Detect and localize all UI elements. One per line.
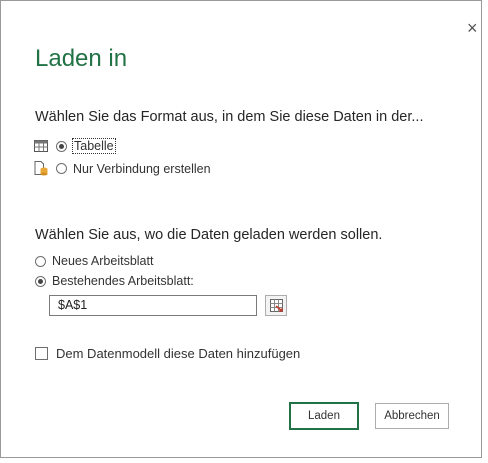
data-model-checkbox-row[interactable]: Dem Datenmodell diese Daten hinzufügen [35, 346, 300, 361]
cancel-button[interactable]: Abbrechen [375, 403, 449, 429]
load-to-dialog: × Laden in Wählen Sie das Format aus, in… [0, 0, 482, 458]
table-icon [34, 140, 48, 152]
connection-option-label: Nur Verbindung erstellen [73, 161, 211, 176]
existing-sheet-radio[interactable] [35, 275, 46, 287]
format-option-connection[interactable]: Nur Verbindung erstellen [34, 161, 211, 176]
close-icon[interactable]: × [467, 19, 478, 37]
table-radio[interactable] [56, 140, 67, 152]
range-picker-button[interactable] [265, 295, 287, 316]
table-option-label: Tabelle [72, 138, 116, 154]
connection-radio[interactable] [56, 163, 67, 174]
data-model-label: Dem Datenmodell diese Daten hinzufügen [56, 346, 301, 361]
existing-sheet-label: Bestehendes Arbeitsblatt: [52, 274, 194, 288]
data-model-checkbox[interactable] [35, 347, 48, 360]
connection-icon [34, 161, 48, 176]
dialog-title: Laden in [35, 45, 128, 72]
new-sheet-radio[interactable] [35, 255, 46, 267]
new-sheet-label: Neues Arbeitsblatt [52, 254, 154, 268]
location-option-existing-sheet[interactable]: Bestehendes Arbeitsblatt: [35, 274, 194, 288]
format-option-table[interactable]: Tabelle [34, 138, 116, 154]
location-question: Wählen Sie aus, wo die Daten geladen wer… [35, 227, 383, 243]
load-button[interactable]: Laden [290, 403, 358, 429]
range-picker-icon [270, 299, 283, 317]
cell-reference-input[interactable]: $A$1 [49, 295, 257, 316]
format-question: Wählen Sie das Format aus, in dem Sie di… [35, 109, 424, 125]
location-option-new-sheet[interactable]: Neues Arbeitsblatt [35, 254, 153, 268]
